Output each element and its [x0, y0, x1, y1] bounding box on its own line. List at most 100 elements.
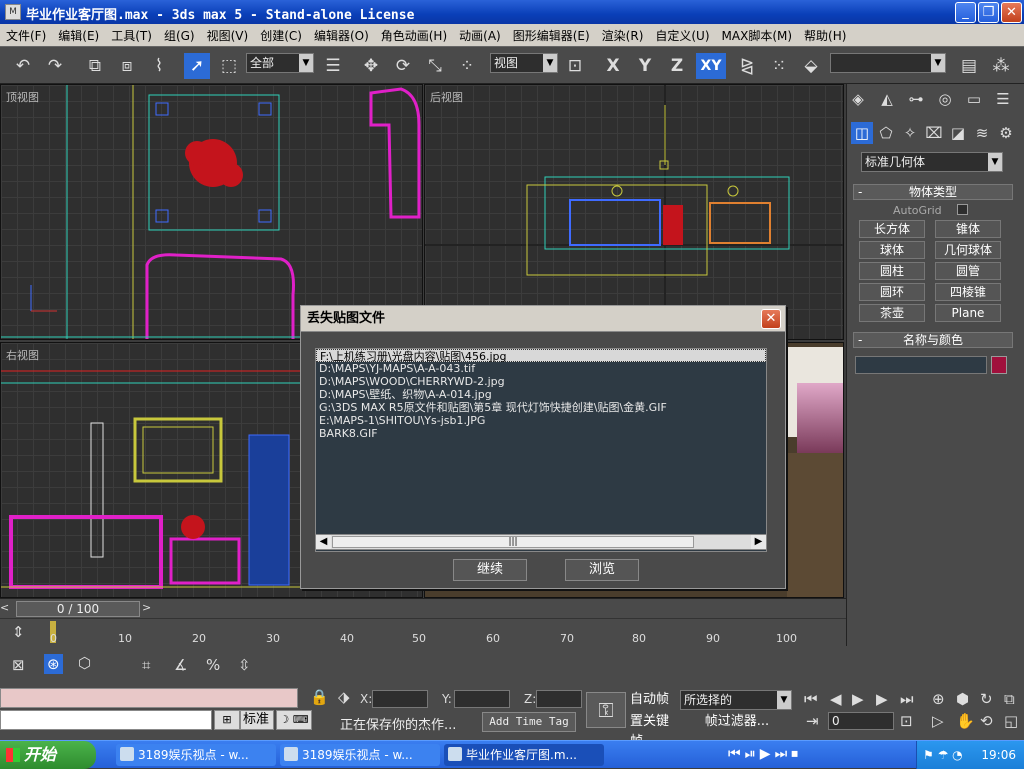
bind-spacewarp-icon[interactable]: ⌇: [146, 53, 172, 79]
helpers-icon[interactable]: ◪: [947, 122, 969, 144]
scroll-left-icon[interactable]: ◀: [316, 535, 331, 549]
list-item[interactable]: D:\MAPS\WOOD\CHERRYWD-2.jpg: [316, 375, 766, 388]
rotate-icon[interactable]: ⟳: [390, 53, 416, 79]
auto-key-button[interactable]: 自动帧: [630, 690, 676, 710]
systems-icon[interactable]: ⚙: [995, 122, 1017, 144]
list-item[interactable]: BARK8.GIF: [316, 427, 766, 440]
move-icon[interactable]: ✥: [358, 53, 384, 79]
axis-y-button[interactable]: Y: [632, 53, 658, 79]
next-frame-arrow-icon[interactable]: >: [142, 601, 156, 617]
menu-help[interactable]: 帮助(H): [798, 27, 852, 44]
create-tab-icon[interactable]: ◈: [847, 88, 869, 110]
add-time-tag-button[interactable]: Add Time Tag: [482, 712, 576, 732]
next-frame-icon[interactable]: ▶︎: [876, 690, 888, 708]
track-bar-menu-icon[interactable]: ⇕: [12, 623, 25, 641]
menu-graph-editors[interactable]: 图形编辑器(E): [507, 27, 596, 44]
list-item[interactable]: G:\3DS MAX R5原文件和贴图\第5章 现代灯饰快捷创建\贴图\金黄.G…: [316, 401, 766, 414]
motion-tab-icon[interactable]: ◎: [934, 88, 956, 110]
min-max-toggle-icon[interactable]: ◱: [1004, 712, 1018, 730]
zoom-icon[interactable]: ⊕: [932, 690, 945, 708]
dialog-close-button[interactable]: ✕: [761, 309, 781, 329]
horizontal-scrollbar[interactable]: ◀ ||| ▶: [315, 534, 767, 550]
prev-frame-icon[interactable]: ◀︎: [830, 690, 842, 708]
menu-create[interactable]: 创建(C): [254, 27, 308, 44]
menu-tools[interactable]: 工具(T): [105, 27, 158, 44]
scale-icon[interactable]: ⤡: [422, 53, 448, 79]
track-bar[interactable]: ⇕ 0 10 20 30 40 50 60 70 80 90 100: [0, 618, 846, 646]
viewport-back[interactable]: 后视图: [424, 84, 844, 340]
key-icon[interactable]: ⚿: [586, 692, 626, 728]
spacewarps-icon[interactable]: ≋: [971, 122, 993, 144]
goto-end-icon[interactable]: ⏭: [900, 690, 914, 708]
app-icon[interactable]: M: [5, 4, 21, 20]
select-arrow-icon[interactable]: ➚: [184, 53, 210, 79]
align-icon[interactable]: ⬙: [798, 53, 824, 79]
list-item[interactable]: D:\MAPS\YJ-MAPS\A-A-043.tif: [316, 362, 766, 375]
menu-rendering[interactable]: 渲染(R): [596, 27, 650, 44]
utilities-tab-icon[interactable]: ☰: [992, 88, 1014, 110]
play-icon[interactable]: ▶: [852, 690, 864, 708]
minimize-button[interactable]: _: [955, 2, 976, 23]
maxscript-listener-pink[interactable]: [0, 688, 298, 708]
task-button-browser-2[interactable]: 3189娱乐视点 - w...: [280, 744, 440, 766]
start-button[interactable]: 开始: [0, 741, 96, 769]
hierarchy-tab-icon[interactable]: ⊶: [905, 88, 927, 110]
autogrid-checkbox[interactable]: [957, 204, 968, 215]
menu-character[interactable]: 角色动画(H): [375, 27, 453, 44]
maxscript-listener-white[interactable]: [0, 710, 212, 730]
axis-x-button[interactable]: X: [600, 53, 626, 79]
select-region-icon[interactable]: ⬚: [216, 53, 242, 79]
unlink-icon[interactable]: ⧈: [114, 53, 140, 79]
menu-animation[interactable]: 动画(A): [453, 27, 507, 44]
menu-views[interactable]: 视图(V): [201, 27, 255, 44]
viewport-top[interactable]: 顶视图: [0, 84, 423, 340]
input-mode-label[interactable]: 标准: [240, 710, 274, 730]
geosphere-button[interactable]: 几何球体: [935, 241, 1001, 259]
pyramid-button[interactable]: 四棱锥: [935, 283, 1001, 301]
display-tab-icon[interactable]: ▭: [963, 88, 985, 110]
selection-filter-dropdown[interactable]: 全部 ▼: [246, 53, 314, 73]
reference-coord-dropdown[interactable]: 视图 ▼: [490, 53, 558, 73]
browse-button[interactable]: 浏览: [565, 559, 639, 581]
restore-button[interactable]: ❐: [978, 2, 999, 23]
sphere-button[interactable]: 球体: [859, 241, 925, 259]
close-button[interactable]: ✕: [1001, 2, 1022, 23]
arc-rotate-icon[interactable]: ⟲: [980, 712, 993, 730]
link-icon[interactable]: ⧉: [82, 53, 108, 79]
x-coordinate-field[interactable]: [372, 690, 428, 708]
lock-icon[interactable]: 🔒: [310, 688, 329, 706]
box-button[interactable]: 长方体: [859, 220, 925, 238]
tube-button[interactable]: 圆管: [935, 262, 1001, 280]
menu-edit[interactable]: 编辑(E): [52, 27, 105, 44]
axis-z-button[interactable]: Z: [664, 53, 690, 79]
time-config-icon[interactable]: ⊡: [900, 712, 913, 730]
viewport-top-label[interactable]: 顶视图: [6, 89, 39, 105]
cameras-icon[interactable]: ⌧: [923, 122, 945, 144]
teapot-button[interactable]: 茶壶: [859, 304, 925, 322]
viewport-right-label[interactable]: 右视图: [6, 347, 39, 363]
array-icon[interactable]: ⁙: [766, 53, 792, 79]
fov-icon[interactable]: ▷: [932, 712, 944, 730]
maximize-viewport-icon[interactable]: ⧉: [1004, 690, 1015, 708]
scroll-right-icon[interactable]: ▶: [751, 535, 766, 549]
media-controls[interactable]: ⏮⏯▶⏭⏹: [728, 746, 802, 762]
named-selection-dropdown[interactable]: ▼: [830, 53, 946, 73]
object-color-swatch[interactable]: [991, 356, 1007, 374]
key-mode-icon[interactable]: ⇥: [806, 712, 819, 730]
task-button-browser-1[interactable]: 3189娱乐视点 - w...: [116, 744, 276, 766]
redo-icon[interactable]: ↷: [42, 53, 68, 79]
scroll-thumb[interactable]: |||: [332, 536, 694, 548]
modify-tab-icon[interactable]: ◭: [876, 88, 898, 110]
magnet-2-icon[interactable]: ⌗: [142, 656, 150, 674]
geometry-icon[interactable]: ◫: [851, 122, 873, 144]
continue-button[interactable]: 继续: [453, 559, 527, 581]
orbit-icon[interactable]: ↻: [980, 690, 993, 708]
select-by-name-icon[interactable]: ☰: [320, 53, 346, 79]
percent-snap-icon[interactable]: %: [206, 656, 220, 674]
time-slider[interactable]: < 0 / 100 >: [0, 598, 846, 618]
viewport-back-label[interactable]: 后视图: [430, 89, 463, 105]
y-coordinate-field[interactable]: [454, 690, 510, 708]
object-name-field[interactable]: [855, 356, 987, 374]
menu-modifiers[interactable]: 编辑器(O): [308, 27, 375, 44]
undo-icon[interactable]: ↶: [10, 53, 36, 79]
